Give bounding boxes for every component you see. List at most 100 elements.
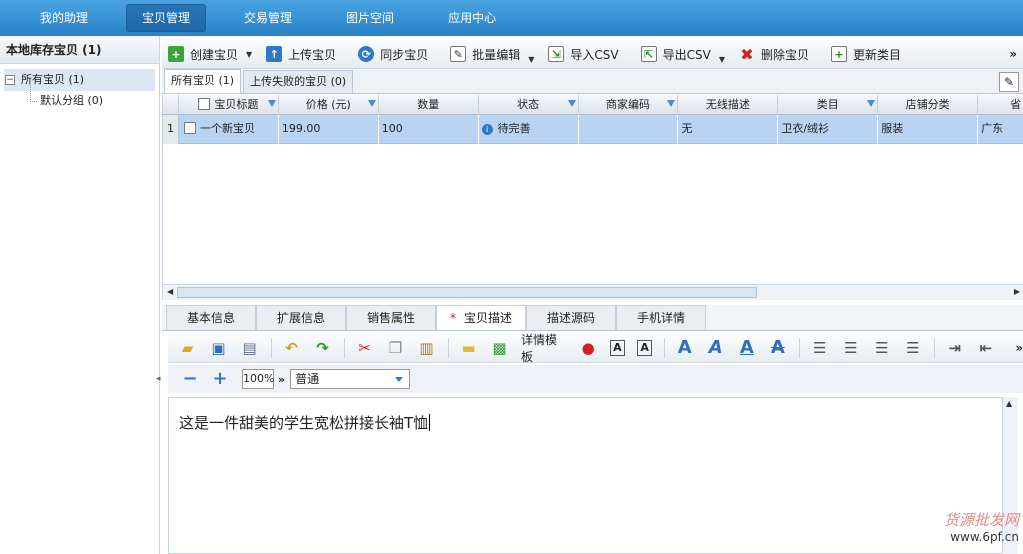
font-size-decrease-icon[interactable]: A — [636, 339, 653, 356]
select-all-checkbox[interactable] — [198, 98, 211, 110]
scroll-left-icon[interactable]: ◀ — [167, 287, 173, 296]
description-editor[interactable]: 这是一件甜美的学生宽松拼接长袖T恤 — [168, 397, 1002, 554]
import-icon: ⇲ — [548, 46, 565, 62]
font-bold-icon[interactable]: A — [675, 337, 694, 358]
flash-icon[interactable]: ● — [579, 338, 598, 358]
undo-icon[interactable]: ↶ — [282, 338, 301, 358]
toolbar-more-button[interactable]: » — [1009, 47, 1017, 61]
indent-icon[interactable]: ⇥ — [945, 338, 964, 358]
cell-merchant-code[interactable] — [579, 115, 679, 144]
scroll-up-icon[interactable]: ▲ — [1006, 399, 1012, 408]
grid-header-wireless-desc[interactable]: 无线描述 — [678, 95, 779, 115]
image-icon[interactable]: ▩ — [490, 338, 509, 358]
paste-icon[interactable]: ▥ — [417, 338, 436, 358]
table-row[interactable]: 1 一个新宝贝 199.00 100 i 待完善 无 卫衣/绒衫 服装 广东 — [163, 115, 1023, 144]
folder-icon[interactable]: ▬ — [459, 338, 478, 358]
font-strikethrough-icon[interactable]: A — [768, 337, 787, 358]
cell-wireless-desc[interactable]: 无 — [678, 115, 779, 144]
tab-description-source[interactable]: 描述源码 — [526, 305, 616, 330]
nav-item-management[interactable]: 宝贝管理 — [126, 4, 207, 32]
toolbar-separator — [799, 337, 801, 358]
grid-header-shop-category[interactable]: 店铺分类 — [878, 95, 979, 115]
cell-province[interactable]: 广东 — [978, 115, 1023, 144]
zoom-in-button[interactable]: + — [212, 370, 228, 388]
chevron-down-icon[interactable]: ▼ — [719, 55, 725, 64]
align-right-icon[interactable]: ☰ — [872, 338, 891, 358]
collapse-icon[interactable]: − — [5, 75, 15, 85]
grid-header-province[interactable]: 省 — [978, 95, 1023, 115]
modified-star-icon: * — [449, 311, 456, 325]
open-folder-icon[interactable]: ▰ — [178, 338, 197, 358]
cut-icon[interactable]: ✂ — [355, 338, 374, 358]
align-justify-icon[interactable]: ☰ — [903, 338, 922, 358]
tab-upload-failed[interactable]: 上传失败的宝贝 (0) — [243, 70, 354, 93]
outdent-icon[interactable]: ⇤ — [976, 338, 995, 358]
editor-toolbar: ▰ ▣ ▤ ↶ ↷ ✂ ❐ ▥ ▬ ▩ 详情模板 ● A A A A A A ☰… — [168, 331, 1023, 365]
create-item-button[interactable]: + 创建宝贝 — [168, 46, 238, 63]
filter-icon[interactable] — [867, 100, 876, 107]
cell-category[interactable]: 卫衣/绒衫 — [778, 115, 879, 144]
tab-all-items[interactable]: 所有宝贝 (1) — [164, 69, 242, 93]
zoom-more-button[interactable]: » — [278, 373, 285, 386]
font-underline-icon[interactable]: A — [737, 337, 756, 358]
tab-item-description[interactable]: * 宝贝描述 — [436, 305, 526, 330]
update-category-button[interactable]: + 更新类目 — [830, 46, 901, 63]
batch-edit-button[interactable]: ✎ 批量编辑 — [450, 46, 520, 63]
cell-price[interactable]: 199.00 — [279, 115, 379, 144]
zoom-level-input[interactable]: 100% — [242, 369, 274, 389]
nav-my-assistant[interactable]: 我的助理 — [24, 4, 104, 32]
redo-icon[interactable]: ↷ — [313, 338, 332, 358]
detail-template-button[interactable]: 详情模板 — [521, 331, 567, 365]
cell-shop-category[interactable]: 服装 — [878, 115, 979, 144]
tree-node-all-items[interactable]: − 所有宝贝 (1) — [4, 69, 155, 91]
chevron-down-icon[interactable]: ▼ — [246, 50, 252, 59]
grid-header-merchant-code[interactable]: 商家编码 — [579, 95, 679, 115]
toolbar-separator — [664, 337, 666, 358]
grid-header-price[interactable]: 价格 (元) — [279, 95, 379, 115]
delete-item-button[interactable]: ✖ 删除宝贝 — [739, 45, 809, 64]
filter-icon[interactable] — [667, 100, 676, 107]
filter-icon[interactable] — [567, 100, 576, 107]
export-csv-button[interactable]: ⇱ 导出CSV — [640, 46, 711, 63]
tab-mobile-details[interactable]: 手机详情 — [616, 305, 706, 330]
nav-app-center[interactable]: 应用中心 — [432, 4, 512, 32]
tab-basic-info[interactable]: 基本信息 — [166, 305, 256, 330]
item-grid: 宝贝标题 价格 (元) 数量 状态 商家编码 无线描述 类目 店铺分类 省 1 … — [162, 95, 1023, 300]
grid-header-category[interactable]: 类目 — [778, 95, 879, 115]
save-icon[interactable]: ▣ — [209, 338, 228, 358]
nav-image-space[interactable]: 图片空间 — [330, 4, 410, 32]
scroll-right-icon[interactable]: ▶ — [1014, 287, 1020, 296]
tab-extended-info[interactable]: 扩展信息 — [256, 305, 346, 330]
scrollbar-thumb[interactable] — [177, 287, 757, 298]
copy-icon[interactable]: ❐ — [386, 338, 405, 358]
edit-icon[interactable]: ✎ — [999, 72, 1019, 92]
nav-trade-management[interactable]: 交易管理 — [228, 4, 308, 32]
paragraph-style-select[interactable]: 普通 — [290, 369, 411, 389]
chevron-down-icon[interactable]: ▼ — [528, 55, 534, 64]
cell-title[interactable]: 一个新宝贝 — [179, 115, 279, 144]
grid-header-title[interactable]: 宝贝标题 — [179, 95, 279, 115]
collapse-left-handle-icon[interactable]: ◂ — [156, 374, 161, 384]
filter-icon[interactable] — [367, 100, 376, 107]
tree-node-default-group[interactable]: 默认分组 (0) — [30, 85, 159, 111]
sync-item-button[interactable]: ⟳ 同步宝贝 — [358, 46, 428, 63]
font-size-increase-icon[interactable]: A — [609, 339, 625, 356]
align-left-icon[interactable]: ☰ — [810, 338, 829, 358]
cell-status[interactable]: i 待完善 — [479, 115, 579, 144]
tab-sales-attributes[interactable]: 销售属性 — [346, 305, 436, 330]
align-center-icon[interactable]: ☰ — [841, 338, 860, 358]
horizontal-scrollbar[interactable]: ◀ ▶ — [163, 284, 1023, 300]
cell-quantity[interactable]: 100 — [379, 115, 479, 144]
font-italic-icon[interactable]: A — [706, 337, 725, 358]
toolbar-more-button[interactable]: » — [1015, 341, 1023, 355]
save-as-icon[interactable]: ▤ — [240, 338, 259, 358]
upload-item-button[interactable]: ↑ 上传宝贝 — [266, 46, 336, 63]
grid-header-status[interactable]: 状态 — [479, 95, 579, 115]
grid-header-quantity[interactable]: 数量 — [379, 95, 479, 115]
filter-icon[interactable] — [267, 100, 276, 107]
zoom-out-button[interactable]: − — [182, 370, 198, 388]
toolbar-separator — [448, 337, 449, 358]
text-cursor — [429, 414, 431, 431]
row-checkbox[interactable] — [183, 122, 196, 134]
import-csv-button[interactable]: ⇲ 导入CSV — [548, 46, 619, 63]
